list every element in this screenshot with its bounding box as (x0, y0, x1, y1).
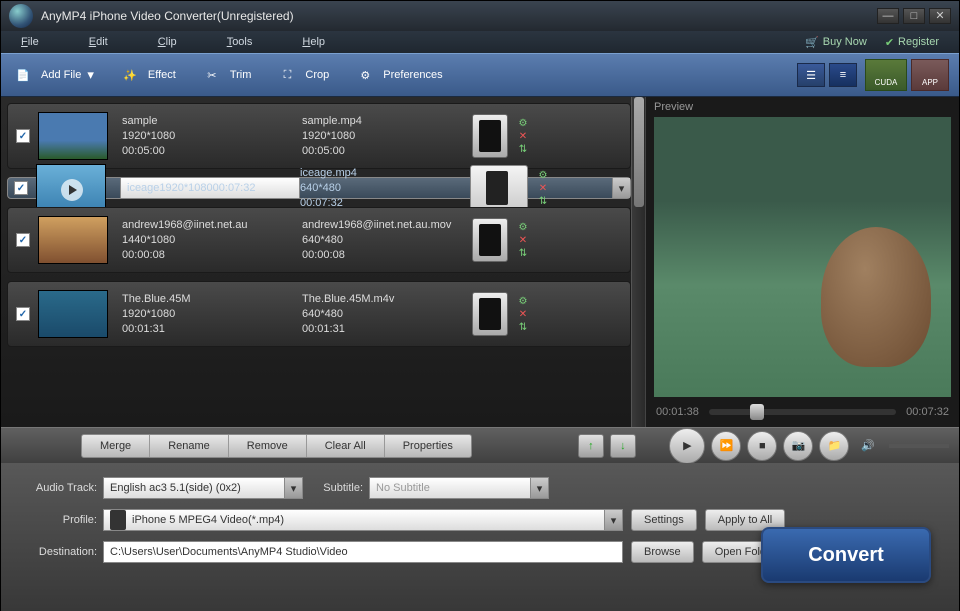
crop-icon: ⛶ (275, 63, 299, 87)
trim-icon: ✂ (200, 63, 224, 87)
row-move-icon[interactable]: ⇅ (519, 322, 527, 333)
row-settings-icon[interactable]: ⚙ (539, 170, 548, 181)
crop-button[interactable]: ⛶Crop (275, 63, 329, 87)
row-remove-icon[interactable]: ✕ (539, 183, 547, 194)
convert-button[interactable]: Convert (761, 527, 931, 583)
row-remove-icon[interactable]: ✕ (519, 235, 527, 246)
close-button[interactable]: ✕ (929, 8, 951, 24)
list-scrollbar[interactable] (631, 97, 645, 427)
row-settings-icon[interactable]: ⚙ (519, 118, 528, 129)
amd-app-badge: APP (911, 59, 949, 91)
row-remove-icon[interactable]: ✕ (519, 309, 527, 320)
move-down-button[interactable]: ↓ (610, 434, 636, 458)
file-row[interactable]: ✓ iceage1920*108000:07:32 iceage.mp4640*… (7, 177, 631, 199)
add-file-icon: 📄 (11, 63, 35, 87)
play-overlay-icon (61, 179, 83, 201)
file-row[interactable]: ✓ andrew1968@iinet.net.au1440*108000:00:… (7, 207, 631, 273)
preview-pane: Preview 00:01:38 00:07:32 (645, 97, 959, 427)
row-remove-icon[interactable]: ✕ (519, 131, 527, 142)
play-button[interactable]: ▶ (669, 428, 705, 464)
seek-slider[interactable] (709, 409, 896, 415)
phone-icon (110, 510, 126, 530)
add-file-button[interactable]: 📄Add File ▾ (11, 63, 94, 87)
row-move-icon[interactable]: ⇅ (519, 144, 527, 155)
menubar: File Edit Clip Tools Help 🛒Buy Now ✔Regi… (1, 31, 959, 53)
device-icon[interactable] (472, 114, 508, 158)
thumbnail (38, 290, 108, 338)
snapshot-button[interactable]: 📷 (783, 431, 813, 461)
subtitle-select[interactable]: No Subtitle▾ (369, 477, 549, 499)
menu-clip[interactable]: Clip (158, 36, 177, 48)
register-link[interactable]: ✔Register (885, 36, 939, 49)
device-icon[interactable] (472, 292, 508, 336)
chevron-down-icon[interactable]: ▾ (612, 178, 630, 198)
profile-select[interactable]: iPhone 5 MPEG4 Video(*.mp4)▾ (103, 509, 623, 531)
open-snapshot-button[interactable]: 📁 (819, 431, 849, 461)
settings-panel: Audio Track: English ac3 5.1(side) (0x2)… (1, 463, 959, 611)
rename-button[interactable]: Rename (150, 435, 229, 457)
list-toolbar: Merge Rename Remove Clear All Properties… (1, 427, 959, 463)
menu-help[interactable]: Help (302, 36, 325, 48)
settings-button[interactable]: Settings (631, 509, 697, 531)
effect-button[interactable]: ✨Effect (118, 63, 176, 87)
preferences-button[interactable]: ⚙Preferences (353, 63, 442, 87)
file-row[interactable]: ✓ sample1920*108000:05:00 sample.mp41920… (7, 103, 631, 169)
properties-button[interactable]: Properties (385, 435, 471, 457)
time-current: 00:01:38 (656, 406, 699, 418)
row-checkbox[interactable]: ✓ (16, 129, 30, 143)
thumbnail (36, 164, 106, 212)
buy-now-link[interactable]: 🛒Buy Now (805, 36, 867, 49)
browse-button[interactable]: Browse (631, 541, 694, 563)
row-settings-icon[interactable]: ⚙ (519, 296, 528, 307)
stop-button[interactable]: ■ (747, 431, 777, 461)
app-logo-icon (9, 4, 33, 28)
titlebar: AnyMP4 iPhone Video Converter(Unregister… (1, 1, 959, 31)
view-list-button[interactable]: ☰ (797, 63, 825, 87)
remove-button[interactable]: Remove (229, 435, 307, 457)
minimize-button[interactable]: — (877, 8, 899, 24)
audio-track-label: Audio Track: (15, 482, 97, 494)
time-total: 00:07:32 (906, 406, 949, 418)
trim-button[interactable]: ✂Trim (200, 63, 252, 87)
row-checkbox[interactable]: ✓ (14, 181, 28, 195)
volume-slider[interactable] (889, 444, 949, 448)
cuda-badge: CUDA (865, 59, 907, 91)
thumbnail (38, 112, 108, 160)
device-icon[interactable] (472, 218, 508, 262)
device-selector[interactable]: ▾ (470, 165, 528, 211)
preview-video[interactable] (654, 117, 951, 397)
menu-tools[interactable]: Tools (227, 36, 253, 48)
menu-file[interactable]: File (21, 36, 39, 48)
thumbnail (38, 216, 108, 264)
subtitle-label: Subtitle: (303, 482, 363, 494)
destination-input[interactable]: C:\Users\User\Documents\AnyMP4 Studio\Vi… (103, 541, 623, 563)
merge-button[interactable]: Merge (82, 435, 150, 457)
profile-label: Profile: (15, 514, 97, 526)
file-row[interactable]: ✓ The.Blue.45M1920*108000:01:31 The.Blue… (7, 281, 631, 347)
row-move-icon[interactable]: ⇅ (519, 248, 527, 259)
toolbar: 📄Add File ▾ ✨Effect ✂Trim ⛶Crop ⚙Prefere… (1, 53, 959, 97)
audio-track-select[interactable]: English ac3 5.1(side) (0x2)▾ (103, 477, 303, 499)
move-up-button[interactable]: ↑ (578, 434, 604, 458)
window-title: AnyMP4 iPhone Video Converter(Unregister… (41, 9, 873, 23)
file-list: ✓ sample1920*108000:05:00 sample.mp41920… (1, 97, 631, 427)
row-settings-icon[interactable]: ⚙ (519, 222, 528, 233)
row-move-icon[interactable]: ⇅ (539, 196, 547, 207)
gear-icon: ⚙ (353, 63, 377, 87)
maximize-button[interactable]: □ (903, 8, 925, 24)
clear-all-button[interactable]: Clear All (307, 435, 385, 457)
preview-label: Preview (646, 97, 959, 117)
menu-edit[interactable]: Edit (89, 36, 108, 48)
row-checkbox[interactable]: ✓ (16, 307, 30, 321)
view-detail-button[interactable]: ≡ (829, 63, 857, 87)
volume-icon[interactable]: 🔊 (861, 439, 875, 452)
destination-label: Destination: (15, 546, 97, 558)
next-button[interactable]: ⏩ (711, 431, 741, 461)
effect-icon: ✨ (118, 63, 142, 87)
row-checkbox[interactable]: ✓ (16, 233, 30, 247)
